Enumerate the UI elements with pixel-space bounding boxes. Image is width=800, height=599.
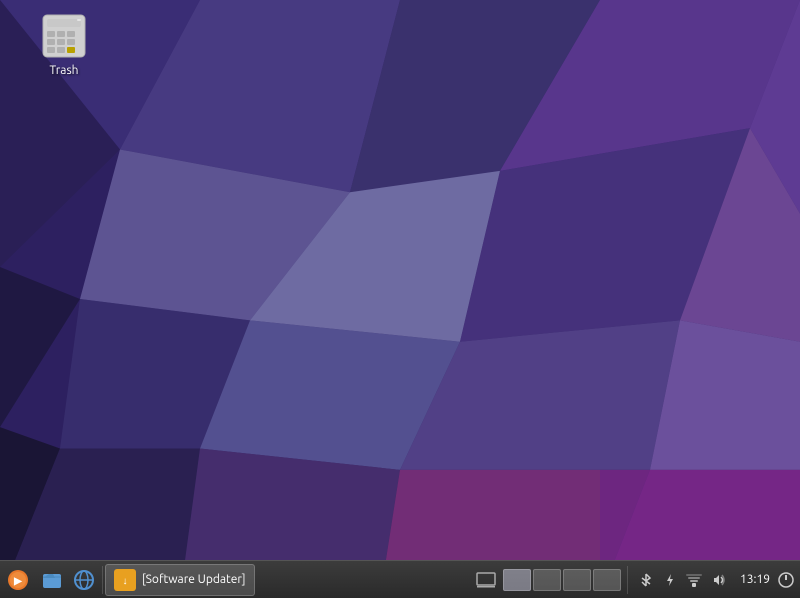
system-tray — [630, 561, 734, 599]
trash-icon-label: Trash — [49, 64, 78, 77]
power-button[interactable] — [776, 570, 796, 590]
svg-text:↓: ↓ — [123, 575, 128, 586]
system-clock[interactable]: 13:19 — [734, 573, 776, 586]
workspace-switcher — [467, 564, 625, 596]
start-button[interactable]: ▶ — [0, 561, 36, 599]
bluetooth-tray-icon[interactable] — [636, 570, 656, 590]
trash-icon-image — [40, 12, 88, 60]
volume-tray-icon[interactable] — [708, 570, 728, 590]
svg-text:▶: ▶ — [13, 575, 23, 586]
browser-button[interactable] — [69, 564, 99, 596]
trash-icon[interactable]: Trash — [28, 8, 100, 81]
taskbar-separator-2 — [627, 566, 628, 594]
taskbar: ▶ ↓ — [0, 560, 800, 598]
workspace-2-button[interactable] — [533, 569, 561, 591]
power-tray-icon[interactable] — [660, 570, 680, 590]
show-desktop-button[interactable] — [472, 564, 500, 596]
desktop: Trash ▶ — [0, 0, 800, 598]
software-updater-taskbar-button[interactable]: ↓ [Software Updater] — [105, 564, 255, 596]
workspace-4-button[interactable] — [593, 569, 621, 591]
workspace-3-button[interactable] — [563, 569, 591, 591]
taskbar-separator-1 — [102, 566, 103, 594]
software-updater-icon: ↓ — [114, 569, 136, 591]
workspace-1-button[interactable] — [503, 569, 531, 591]
desktop-background — [0, 0, 800, 598]
file-manager-button[interactable] — [37, 564, 67, 596]
software-updater-label: [Software Updater] — [142, 573, 246, 586]
network-tray-icon[interactable] — [684, 570, 704, 590]
